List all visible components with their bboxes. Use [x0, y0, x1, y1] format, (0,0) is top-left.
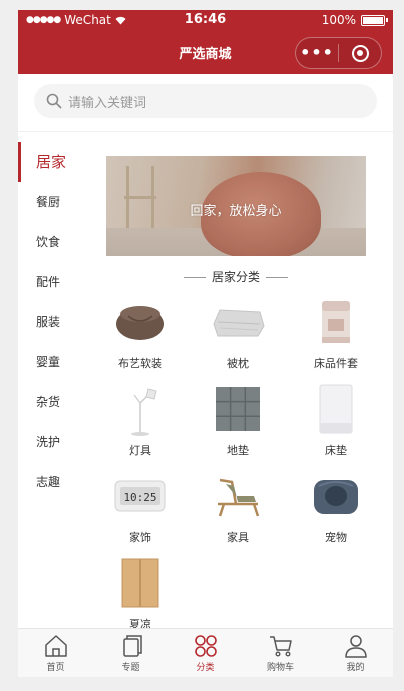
subcategory-item[interactable]: 灯具: [91, 379, 189, 466]
sidebar-item-clothing[interactable]: 服装: [18, 302, 90, 342]
more-menu-button[interactable]: •••: [296, 38, 338, 68]
tab-label: 专题: [121, 663, 140, 673]
sidebar-item-food[interactable]: 饮食: [18, 222, 90, 262]
sidebar-item-personal-care[interactable]: 洗护: [18, 422, 90, 462]
subcategory-label: 灯具: [129, 444, 151, 457]
miniprogram-capsule: •••: [295, 37, 382, 69]
category-title-text: 居家分类: [211, 270, 260, 284]
svg-text:10:25: 10:25: [123, 491, 156, 504]
status-bar: ●●●●● WeChat 16:46 100%: [18, 10, 393, 30]
bottom-tab-bar: 首页 专题 分类 购物车 我的: [18, 628, 393, 677]
category-sidebar: 居家 餐厨 饮食 配件 服装 婴童 杂货 洗护 志趣: [18, 142, 90, 502]
tab-label: 首页: [46, 663, 65, 673]
phone-screen: ●●●●● WeChat 16:46 100% 严选商城 ••• 请输入关键词 …: [18, 10, 393, 677]
sidebar-item-home[interactable]: 居家: [18, 142, 90, 182]
clock-icon: 10:25: [110, 466, 170, 526]
subcategory-label: 床品件套: [314, 357, 358, 370]
pet-bed-icon: [306, 466, 366, 526]
chair-icon: [208, 466, 268, 526]
cart-icon: [269, 636, 292, 657]
battery-percent: 100%: [321, 13, 356, 27]
subcategory-item[interactable]: 被枕: [189, 292, 287, 379]
subcategory-label: 宠物: [325, 531, 347, 544]
summer-mat-icon: [110, 553, 170, 613]
category-section-title: 居家分类: [106, 268, 366, 285]
battery-icon: [361, 14, 388, 26]
subcategory-item[interactable]: 床品件套: [287, 292, 385, 379]
lamp-icon: [110, 379, 170, 439]
subcategory-label: 家具: [227, 531, 249, 544]
home-icon: [44, 635, 67, 657]
title-line-right: [266, 277, 288, 278]
subcategory-item[interactable]: 地垫: [189, 379, 287, 466]
topic-icon: [122, 635, 142, 657]
title-line-left: [183, 277, 206, 278]
nav-bar: 严选商城 •••: [18, 30, 393, 74]
subcategory-item[interactable]: 家具: [189, 466, 287, 553]
target-icon: [351, 44, 369, 62]
tab-category[interactable]: 分类: [168, 629, 243, 677]
search-bar[interactable]: 请输入关键词: [34, 84, 377, 118]
subcategory-label: 被枕: [227, 357, 249, 370]
sidebar-item-baby[interactable]: 婴童: [18, 342, 90, 382]
subcategory-item[interactable]: 宠物: [287, 466, 385, 553]
floor-mat-icon: [208, 379, 268, 439]
tab-label: 我的: [346, 663, 365, 673]
subcategory-item[interactable]: 布艺软装: [91, 292, 189, 379]
bedding-set-icon: [306, 292, 366, 352]
category-icon: [194, 635, 217, 657]
tab-label: 购物车: [266, 663, 294, 673]
subcategory-label: 家饰: [129, 531, 151, 544]
mattress-icon: [306, 379, 366, 439]
tab-label: 分类: [196, 663, 215, 673]
category-banner[interactable]: 回家，放松身心: [106, 156, 366, 256]
search-placeholder: 请输入关键词: [68, 95, 147, 111]
profile-icon: [344, 635, 367, 658]
subcategory-grid: 布艺软装 被枕 床品件套 灯具 地垫 床垫 10:25 家饰 家具 宠物 夏凉: [91, 292, 385, 640]
subcategory-item[interactable]: 10:25 家饰: [91, 466, 189, 553]
banner-text: 回家，放松身心: [190, 204, 282, 219]
subcategory-label: 布艺软装: [118, 357, 162, 370]
search-divider: [18, 131, 393, 132]
subcategory-item[interactable]: 夏凉: [91, 553, 189, 640]
close-miniprogram-button[interactable]: [339, 44, 381, 62]
subcategory-item[interactable]: 床垫: [287, 379, 385, 466]
battery-fill: [363, 16, 383, 24]
sidebar-item-sundries[interactable]: 杂货: [18, 382, 90, 422]
tab-profile[interactable]: 我的: [318, 629, 393, 677]
tab-home[interactable]: 首页: [18, 629, 93, 677]
subcategory-label: 地垫: [227, 444, 249, 457]
tab-topic[interactable]: 专题: [93, 629, 168, 677]
pillow-icon: [208, 292, 268, 352]
sidebar-item-interests[interactable]: 志趣: [18, 462, 90, 502]
beanbag-icon: [110, 292, 170, 352]
tab-cart[interactable]: 购物车: [243, 629, 318, 677]
sidebar-item-accessories[interactable]: 配件: [18, 262, 90, 302]
sidebar-item-kitchen[interactable]: 餐厨: [18, 182, 90, 222]
search-icon: [46, 93, 62, 109]
subcategory-label: 床垫: [325, 444, 347, 457]
status-right: 100%: [321, 13, 388, 27]
